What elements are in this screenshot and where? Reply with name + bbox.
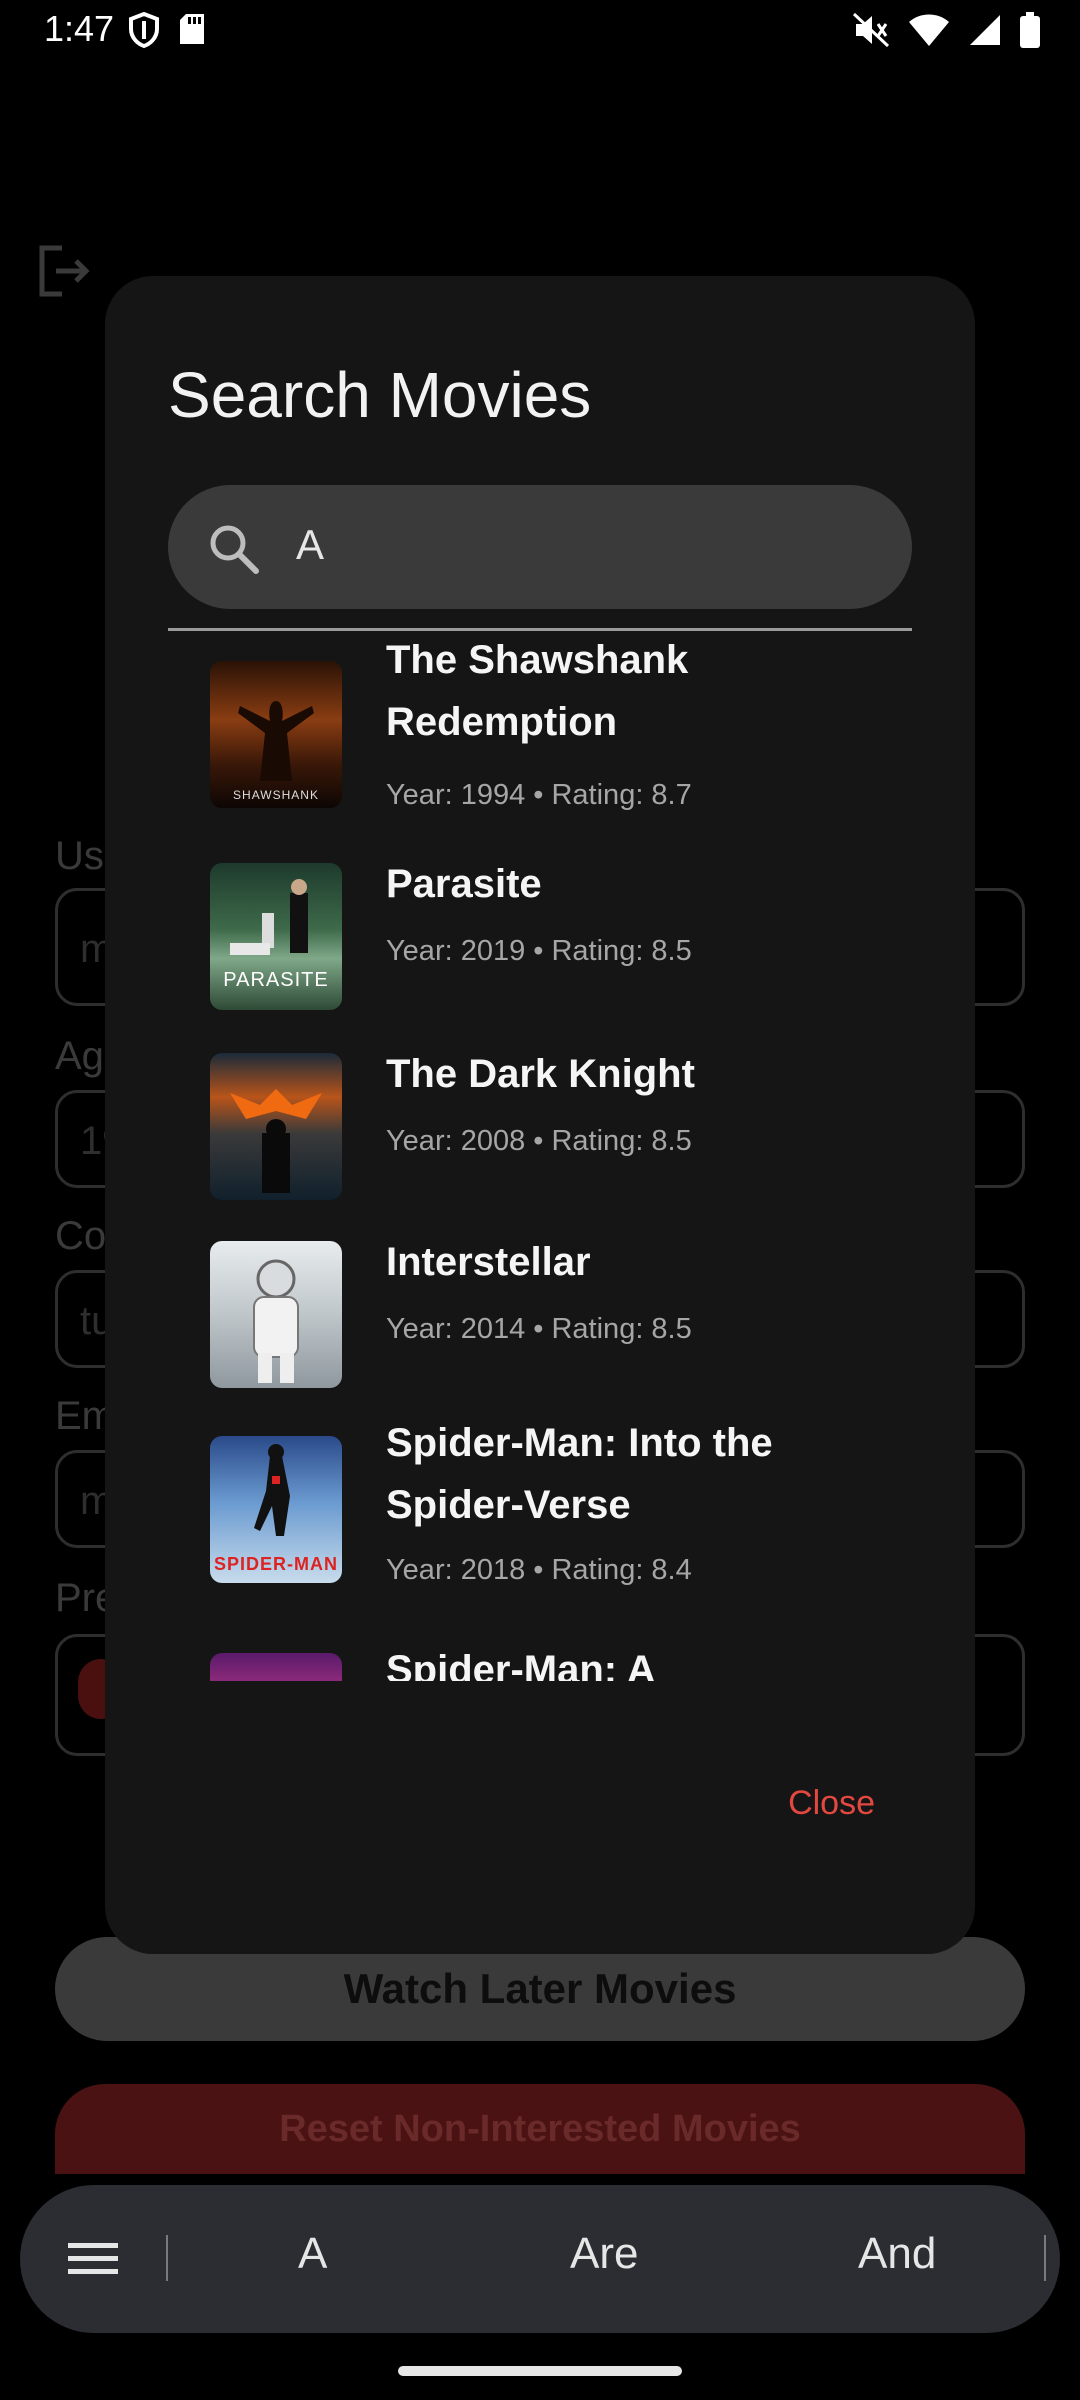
- keyboard-suggestion-bar: A Are And: [20, 2185, 1060, 2333]
- movie-title: Parasite: [386, 862, 542, 906]
- shield-icon: [128, 12, 160, 48]
- sd-card-icon: [178, 12, 206, 48]
- background-label: Us: [55, 834, 104, 878]
- movie-title: The Shawshank Redemption: [386, 638, 689, 744]
- movie-meta: Year: 2008 • Rating: 8.5: [386, 1125, 692, 1157]
- mute-icon: [852, 12, 890, 48]
- menu-icon[interactable]: [68, 2241, 118, 2282]
- movie-poster: SPIDER-MAN: [210, 1436, 342, 1583]
- dialog-title: Search Movies: [168, 359, 592, 431]
- separator: [166, 2235, 168, 2281]
- suggestion-2[interactable]: Are: [570, 2229, 638, 2279]
- wifi-icon: [908, 13, 950, 47]
- movie-poster: PARASITE: [210, 863, 342, 1010]
- search-results-list[interactable]: SHAWSHANK The Shawshank Redemption Year:…: [105, 631, 975, 1954]
- movie-poster: [210, 1053, 342, 1200]
- signal-icon: [968, 13, 1002, 47]
- search-movies-dialog: Search Movies A SHAWSHANK The Shawshank …: [105, 276, 975, 1954]
- movie-meta: Year: 1994 • Rating: 8.7: [386, 779, 692, 811]
- movie-title: Spider-Man: Into the Spider-Verse: [386, 1421, 773, 1527]
- movie-poster: [210, 1241, 342, 1388]
- movie-item[interactable]: Spider-Man: A: [210, 1631, 910, 1681]
- background-label: Co: [55, 1214, 107, 1258]
- movie-poster: [210, 1653, 342, 1681]
- movie-title: Interstellar: [386, 1240, 591, 1284]
- logout-icon: [36, 244, 90, 303]
- separator: [1044, 2235, 1046, 2281]
- battery-icon: [1020, 12, 1040, 48]
- search-input[interactable]: A: [168, 485, 912, 609]
- movie-poster: SHAWSHANK: [210, 661, 342, 808]
- search-input-value: A: [296, 521, 325, 568]
- suggestion-1[interactable]: A: [298, 2229, 327, 2279]
- suggestion-3[interactable]: And: [858, 2229, 936, 2279]
- movie-item[interactable]: The Dark Knight Year: 2008 • Rating: 8.5: [210, 1043, 910, 1200]
- movie-item[interactable]: SHAWSHANK The Shawshank Redemption Year:…: [210, 631, 910, 811]
- movie-item[interactable]: Interstellar Year: 2014 • Rating: 8.5: [210, 1231, 910, 1388]
- movie-meta: Year: 2018 • Rating: 8.4: [386, 1554, 692, 1586]
- movie-item[interactable]: PARASITE Parasite Year: 2019 • Rating: 8…: [210, 853, 910, 1010]
- reset-non-interested-button: Reset Non-Interested Movies: [55, 2084, 1025, 2174]
- movie-meta: Year: 2014 • Rating: 8.5: [386, 1313, 692, 1345]
- movie-item[interactable]: SPIDER-MAN Spider-Man: Into the Spider-V…: [210, 1416, 910, 1596]
- status-time: 1:47: [44, 8, 115, 49]
- movie-meta: Year: 2019 • Rating: 8.5: [386, 935, 692, 967]
- movie-title: The Dark Knight: [386, 1052, 695, 1096]
- close-button[interactable]: Close: [788, 1784, 875, 1823]
- search-icon: [208, 523, 260, 580]
- status-bar: 1:47: [0, 0, 1080, 64]
- movie-title: Spider-Man: A: [386, 1648, 656, 1681]
- background-label: Ag: [55, 1034, 104, 1078]
- home-indicator[interactable]: [398, 2366, 682, 2376]
